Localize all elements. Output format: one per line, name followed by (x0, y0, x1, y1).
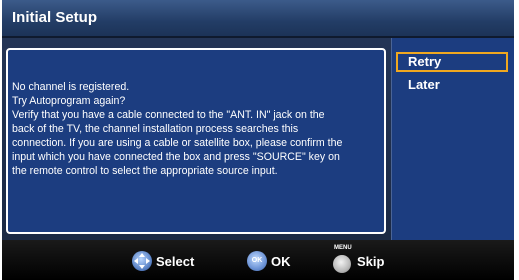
message-line: Try Autoprogram again? (12, 95, 126, 107)
option-retry[interactable]: Retry (396, 52, 508, 72)
message-line: back of the TV, the channel installation… (12, 123, 299, 135)
message-line: Verify that you have a cable connected t… (12, 109, 325, 121)
message-line: No channel is registered. (12, 81, 130, 93)
menu-button-icon (333, 255, 351, 273)
message-line: input which you have connected the box a… (12, 151, 340, 163)
message-box: No channel is registered. Try Autoprogra… (6, 48, 386, 234)
options-menu: Retry Later (391, 38, 514, 240)
message-line: the remote control to select the appropr… (12, 165, 278, 177)
navigation-pad-icon (132, 251, 152, 271)
message-text: No channel is registered. Try Autoprogra… (12, 80, 378, 178)
ok-button-icon: OK (247, 251, 267, 271)
hint-select-label: Select (156, 254, 195, 269)
setup-screen: Initial Setup No channel is registered. … (2, 0, 514, 280)
hint-ok: OK OK (247, 251, 307, 273)
menu-icon-text: MENU (334, 245, 352, 251)
content-area: No channel is registered. Try Autoprogra… (2, 38, 514, 240)
message-line: connection. If you are using a cable or … (12, 137, 343, 149)
footer-hint-bar: Select OK OK MENU Skip (2, 240, 514, 280)
hint-select: Select (132, 251, 212, 273)
title-bar: Initial Setup (2, 0, 514, 38)
hint-ok-label: OK (271, 254, 291, 269)
option-later[interactable]: Later (396, 76, 508, 96)
hint-skip-label: Skip (357, 254, 385, 269)
hint-skip: MENU Skip (333, 245, 393, 273)
page-title: Initial Setup (12, 9, 98, 26)
